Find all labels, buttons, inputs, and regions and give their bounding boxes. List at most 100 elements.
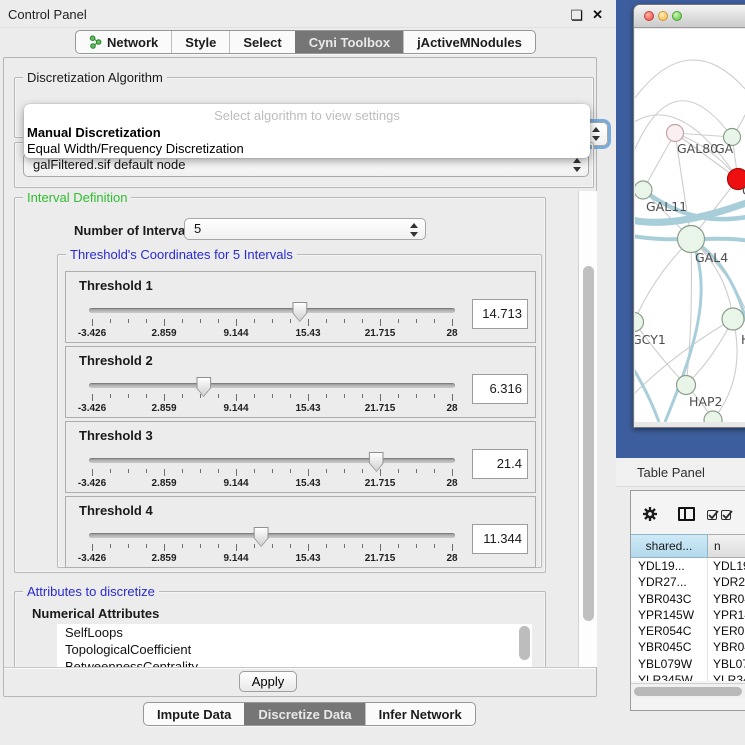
cell-name[interactable]: YDL19... [708,558,745,574]
num-intervals-combo[interactable]: 5 [184,218,426,240]
network-canvas[interactable]: GAL80GACGAL11GAL4GCY1HHAP2 [635,29,745,422]
cell-name[interactable]: YBR043C [708,591,745,607]
tick [200,394,201,398]
tick-label: 9.144 [223,328,248,339]
checkbox-icon[interactable] [721,510,731,520]
tick-label: 15.43 [295,553,320,564]
threshold-value-field[interactable]: 6.316 [472,374,528,404]
network-node-gal80[interactable] [667,125,684,142]
column-header-name[interactable]: n [708,534,745,558]
column-header-shared-name[interactable]: shared... [631,534,708,558]
attribute-list-item[interactable]: TopologicalCoefficient [57,641,532,658]
tick [92,469,93,476]
zoom-traffic-light-icon[interactable] [672,11,682,21]
table-row[interactable]: YDR27...YDR27... [631,574,745,590]
network-node-h[interactable] [722,308,744,330]
tick-label: -3.426 [78,403,106,414]
tick [182,319,183,323]
threshold-slider[interactable]: -3.4262.8599.14415.4321.71528 [92,497,452,569]
tab-network[interactable]: Network [76,31,171,53]
tick [290,544,291,548]
threshold-value-field[interactable]: 21.4 [472,449,528,479]
network-window-titlebar[interactable] [634,5,745,28]
tick [362,319,363,323]
tick [434,469,435,473]
cell-name[interactable]: YPR145W [708,607,745,623]
table-row[interactable]: YPR145WYPR145W [631,607,745,623]
cell-name[interactable]: YLR345W [708,672,745,681]
slider-thumb[interactable] [292,302,307,322]
minimize-traffic-light-icon[interactable] [658,11,668,21]
table-row[interactable]: YDL19...YDL19... [631,558,745,574]
interval-definition-title: Interval Definition [23,191,131,205]
tab-cyni-toolbox[interactable]: Cyni Toolbox [295,31,403,53]
close-icon[interactable]: ✕ [592,7,603,23]
cell-shared-name[interactable]: YBL079W [631,656,708,672]
algorithm-option-manual[interactable]: Manual Discretization [27,125,161,140]
table-row[interactable]: YER054CYER054C [631,623,745,639]
apply-button[interactable]: Apply [239,671,297,692]
threshold-value-field[interactable]: 14.713 [472,299,528,329]
table-horizontal-scrollbar[interactable] [631,683,745,698]
cell-shared-name[interactable]: YLR345W [631,672,708,681]
cell-name[interactable]: YBL079W [708,656,745,672]
network-node-gcy1[interactable] [635,313,644,332]
network-node[interactable] [704,411,722,422]
table-row[interactable]: YBR045CYBR045C [631,639,745,655]
tick [236,544,237,551]
tick [182,394,183,398]
tab-jactivemnodules[interactable]: jActiveMNodules [403,31,535,53]
slider-track[interactable] [89,458,455,463]
tick [110,544,111,548]
cell-shared-name[interactable]: YDL19... [631,558,708,574]
tick-label: 15.43 [295,403,320,414]
table-row[interactable]: YBR043CYBR043C [631,591,745,607]
panel-scrollbar[interactable] [578,191,597,667]
slider-thumb[interactable] [254,527,269,547]
list-scrollbar[interactable] [519,626,530,660]
tick-label: -3.426 [78,328,106,339]
cell-shared-name[interactable]: YBR045C [631,639,708,655]
network-node-gal11[interactable] [635,181,652,199]
slider-thumb[interactable] [369,452,384,472]
threshold-value-field[interactable]: 11.344 [472,524,528,554]
gear-icon[interactable] [642,506,658,522]
tick [182,544,183,548]
attribute-list-item[interactable]: BetweennessCentrality [57,658,532,667]
scrollbar-thumb[interactable] [634,687,742,696]
threshold-slider[interactable]: -3.4262.8599.14415.4321.71528 [92,347,452,419]
slider-thumb[interactable] [196,377,211,397]
table-row[interactable]: YBL079WYBL079W [631,656,745,672]
network-node-gal4[interactable] [678,226,705,253]
checkbox-icon[interactable] [707,510,717,520]
tab-discretize-data[interactable]: Discretize Data [244,703,364,725]
close-traffic-light-icon[interactable] [644,11,654,21]
cell-name[interactable]: YER054C [708,623,745,639]
slider-track[interactable] [89,533,455,538]
table-panel-region: Table Panel [616,458,745,745]
tick [398,394,399,398]
tab-infer-network[interactable]: Infer Network [365,703,475,725]
cell-shared-name[interactable]: YPR145W [631,607,708,623]
network-node-hap2[interactable] [677,376,696,395]
tick [236,394,237,401]
cell-shared-name[interactable]: YBR043C [631,591,708,607]
float-window-icon[interactable]: ❏ [570,7,583,24]
cell-shared-name[interactable]: YER054C [631,623,708,639]
columns-icon[interactable] [678,507,695,521]
table-row[interactable]: YLR345WYLR345W [631,672,745,681]
threshold-slider[interactable]: -3.4262.8599.14415.4321.71528 [92,272,452,344]
tab-impute-data[interactable]: Impute Data [144,703,244,725]
panel-scrollbar-thumb[interactable] [583,266,594,621]
tab-style[interactable]: Style [171,31,229,53]
slider-track[interactable] [89,383,455,388]
algorithm-option-equal-width[interactable]: Equal Width/Frequency Discretization [27,141,244,156]
attribute-list-item[interactable]: SelfLoops [57,624,532,641]
cell-name[interactable]: YDR27... [708,574,745,590]
cell-shared-name[interactable]: YDR27... [631,574,708,590]
tab-select[interactable]: Select [229,31,294,53]
numerical-attributes-list: SelfLoopsTopologicalCoefficientBetweenne… [57,624,532,667]
threshold-slider[interactable]: -3.4262.8599.14415.4321.71528 [92,422,452,494]
slider-track[interactable] [89,308,455,313]
cell-name[interactable]: YBR045C [708,639,745,655]
